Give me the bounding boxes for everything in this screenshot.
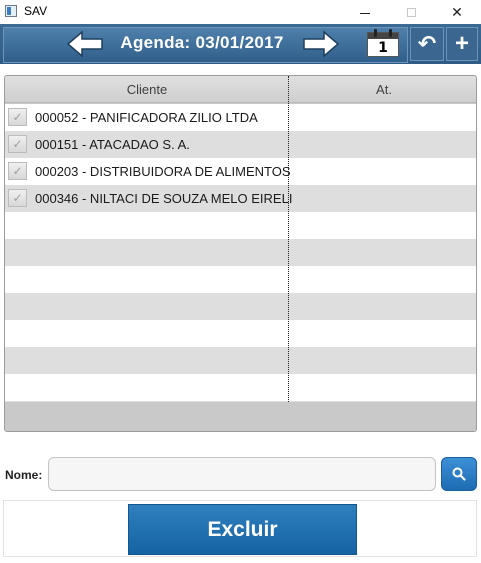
table-row[interactable] xyxy=(5,374,476,401)
add-button[interactable]: + xyxy=(446,27,478,61)
previous-day-button[interactable] xyxy=(64,29,106,59)
cell-cliente: 000151 - ATACADAO S. A. xyxy=(35,137,190,152)
maximize-icon xyxy=(406,7,416,17)
clients-grid: Cliente At. ✓ 000052 - PANIFICADORA ZILIO… xyxy=(4,75,477,432)
table-row[interactable] xyxy=(5,347,476,374)
row-check-icon[interactable]: ✓ xyxy=(8,135,27,153)
search-button[interactable] xyxy=(441,457,477,491)
minimize-button[interactable] xyxy=(342,0,388,24)
nome-search-input[interactable] xyxy=(48,457,436,491)
cell-cliente: 000052 - PANIFICADORA ZILIO LTDA xyxy=(35,110,258,125)
calendar-button[interactable]: 1 xyxy=(362,28,404,60)
agenda-header: Agenda: 03/01/2017 1 ↶ + xyxy=(0,24,481,64)
column-header-at[interactable]: At. xyxy=(290,76,476,103)
cell-cliente: 000203 - DISTRIBUIDORA DE ALIMENTOS xyxy=(35,164,291,179)
undo-icon: ↶ xyxy=(417,31,437,56)
table-row[interactable] xyxy=(5,320,476,347)
minimize-icon xyxy=(360,12,370,14)
column-header-cliente[interactable]: Cliente xyxy=(5,76,289,103)
table-row[interactable] xyxy=(5,212,476,239)
grid-header: Cliente At. xyxy=(5,76,476,103)
table-row[interactable] xyxy=(5,239,476,266)
grid-rows: ✓ 000052 - PANIFICADORA ZILIO LTDA ✓ 000151… xyxy=(5,104,476,428)
table-row[interactable] xyxy=(5,266,476,293)
excluir-button[interactable]: Excluir xyxy=(128,504,357,555)
maximize-button[interactable] xyxy=(388,0,434,24)
row-check-icon[interactable]: ✓ xyxy=(8,189,27,207)
close-icon: ✕ xyxy=(451,3,463,20)
calendar-icon: 1 xyxy=(367,28,399,57)
app-window: SAV ✕ Agenda: 03/01/2017 1 ↶ + Cliente A… xyxy=(0,0,481,563)
agenda-date-title: Agenda: 03/01/2017 xyxy=(120,33,284,52)
undo-button[interactable]: ↶ xyxy=(410,27,444,61)
left-arrow-icon xyxy=(66,30,103,58)
search-icon xyxy=(452,467,466,481)
close-button[interactable]: ✕ xyxy=(434,0,480,24)
row-check-icon[interactable]: ✓ xyxy=(8,162,27,180)
app-window-icon xyxy=(5,5,17,17)
table-row[interactable]: ✓ 000151 - ATACADAO S. A. xyxy=(5,131,476,158)
table-row[interactable]: ✓ 000203 - DISTRIBUIDORA DE ALIMENTOS xyxy=(5,158,476,185)
add-icon: + xyxy=(454,30,469,57)
table-row[interactable] xyxy=(5,293,476,320)
table-row[interactable]: ✓ 000346 - NILTACI DE SOUZA MELO EIRELI xyxy=(5,185,476,212)
title-bar: SAV ✕ xyxy=(0,0,481,24)
grid-empty-area xyxy=(5,402,476,431)
next-day-button[interactable] xyxy=(300,29,342,59)
column-divider xyxy=(288,76,289,402)
calendar-day-number: 1 xyxy=(378,39,388,56)
table-row[interactable]: ✓ 000052 - PANIFICADORA ZILIO LTDA xyxy=(5,104,476,131)
right-arrow-icon xyxy=(303,30,340,58)
cell-cliente: 000346 - NILTACI DE SOUZA MELO EIRELI xyxy=(35,191,293,206)
window-title: SAV xyxy=(24,4,48,18)
nome-label: Nome: xyxy=(5,468,43,482)
row-check-icon[interactable]: ✓ xyxy=(8,108,27,126)
